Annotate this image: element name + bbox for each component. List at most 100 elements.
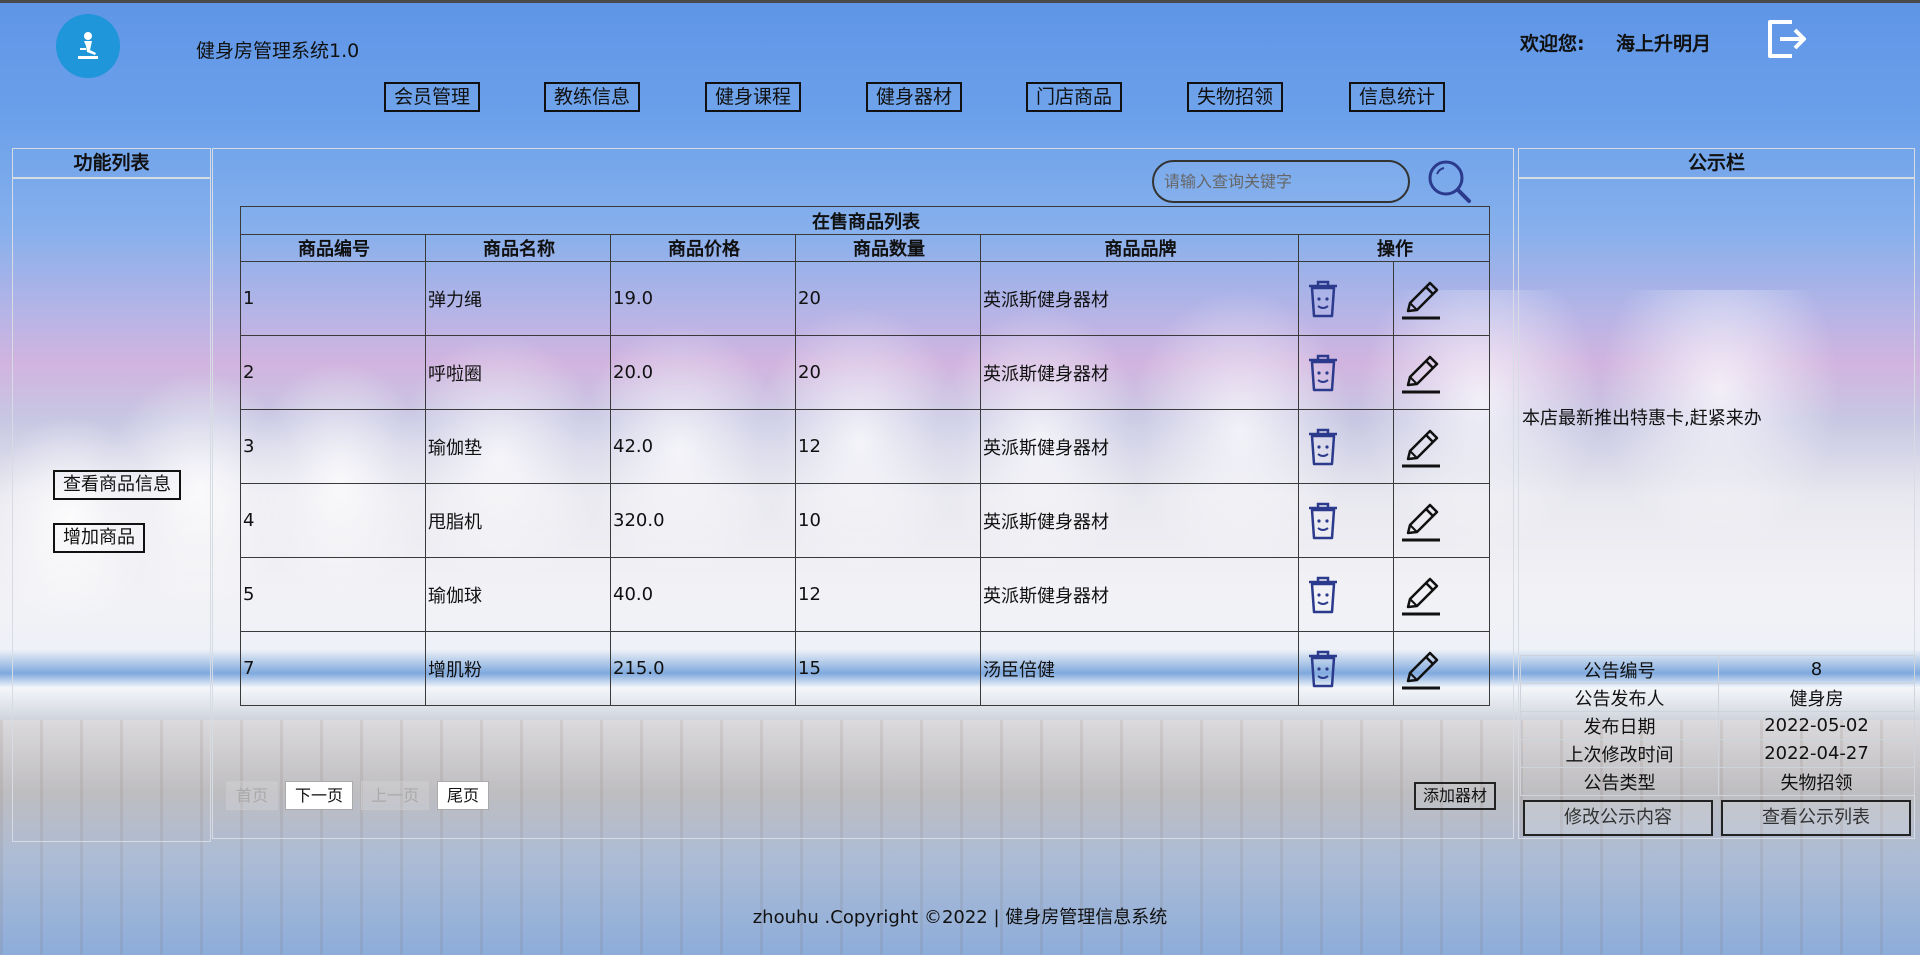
cell-price: 320.0 [610, 483, 796, 558]
search-icon[interactable] [1426, 158, 1472, 204]
cell-name: 瑜伽球 [425, 557, 611, 632]
edit-cell [1392, 631, 1491, 706]
pencil-icon[interactable] [1400, 575, 1442, 615]
table-title: 在售商品列表 [239, 206, 1491, 235]
add-equipment-button[interactable]: 添加器材 [1414, 782, 1497, 810]
username: 海上升明月 [1616, 33, 1712, 55]
welcome-label: 欢迎您: [1520, 33, 1585, 55]
table-row: 1 弹力绳 19.0 20 英派斯健身器材 [240, 261, 1491, 336]
cell-name: 增肌粉 [425, 631, 611, 706]
cell-brand: 英派斯健身器材 [980, 409, 1299, 484]
table-row: 5 瑜伽球 40.0 12 英派斯健身器材 [240, 557, 1491, 632]
delete-cell [1298, 335, 1394, 410]
cell-brand: 英派斯健身器材 [980, 557, 1299, 632]
cell-brand: 英派斯健身器材 [980, 335, 1299, 410]
top-border [0, 0, 1920, 3]
cell-brand: 英派斯健身器材 [980, 261, 1299, 336]
trash-icon[interactable] [1305, 353, 1341, 393]
delete-cell [1298, 631, 1394, 706]
cell-brand: 英派斯健身器材 [980, 483, 1299, 558]
notice-content: 本店最新推出特惠卡,赶紧来办 [1522, 408, 1762, 429]
nav-fitness-courses[interactable]: 健身课程 [705, 82, 802, 112]
nav-lost-and-found[interactable]: 失物招领 [1187, 82, 1284, 112]
cell-qty: 20 [795, 261, 981, 336]
info-label: 公告发布人 [1520, 683, 1719, 712]
trash-icon[interactable] [1305, 427, 1341, 467]
edit-cell [1392, 483, 1491, 558]
delete-cell [1298, 483, 1394, 558]
info-value: 健身房 [1718, 683, 1915, 712]
cell-id: 1 [240, 261, 426, 336]
cell-qty: 12 [795, 557, 981, 632]
cell-name: 甩脂机 [425, 483, 611, 558]
first-page-button[interactable]: 首页 [226, 781, 279, 810]
last-page-button[interactable]: 尾页 [437, 781, 490, 810]
table-row: 2 呼啦圈 20.0 20 英派斯健身器材 [240, 335, 1491, 410]
delete-cell [1298, 409, 1394, 484]
sidebar-title: 功能列表 [13, 149, 210, 179]
cell-id: 3 [240, 409, 426, 484]
cell-brand: 汤臣倍健 [980, 631, 1299, 706]
prev-page-button[interactable]: 上一页 [361, 781, 430, 810]
pencil-icon[interactable] [1400, 501, 1442, 541]
pencil-icon[interactable] [1400, 279, 1442, 319]
info-value: 8 [1718, 655, 1915, 684]
add-product-button[interactable]: 增加商品 [53, 523, 145, 553]
nav-fitness-equipment[interactable]: 健身器材 [866, 82, 963, 112]
info-value: 2022-05-02 [1718, 711, 1915, 740]
pencil-icon[interactable] [1400, 649, 1442, 689]
next-page-button[interactable]: 下一页 [285, 781, 354, 810]
view-products-button[interactable]: 查看商品信息 [53, 470, 181, 500]
gym-logo-icon [56, 14, 120, 78]
column-header: 商品名称 [425, 234, 611, 262]
pencil-icon[interactable] [1400, 353, 1442, 393]
info-value: 失物招领 [1718, 767, 1915, 796]
cell-id: 7 [240, 631, 426, 706]
edit-cell [1392, 261, 1491, 336]
info-label: 上次修改时间 [1520, 739, 1719, 768]
table-row: 7 增肌粉 215.0 15 汤臣倍健 [240, 631, 1491, 706]
cell-qty: 12 [795, 409, 981, 484]
logout-icon[interactable] [1764, 18, 1810, 60]
cell-price: 40.0 [610, 557, 796, 632]
nav-store-products[interactable]: 门店商品 [1026, 82, 1123, 112]
cell-price: 215.0 [610, 631, 796, 706]
table-row: 3 瑜伽垫 42.0 12 英派斯健身器材 [240, 409, 1491, 484]
search-input[interactable] [1152, 160, 1410, 203]
cell-qty: 10 [795, 483, 981, 558]
cell-id: 5 [240, 557, 426, 632]
edit-notice-button[interactable]: 修改公示内容 [1523, 800, 1713, 836]
pencil-icon[interactable] [1400, 427, 1442, 467]
column-header: 商品编号 [240, 234, 426, 262]
cell-id: 2 [240, 335, 426, 410]
table-row: 4 甩脂机 320.0 10 英派斯健身器材 [240, 483, 1491, 558]
info-label: 发布日期 [1520, 711, 1719, 740]
cell-price: 20.0 [610, 335, 796, 410]
nav-coach-info[interactable]: 教练信息 [544, 82, 641, 112]
trash-icon[interactable] [1305, 649, 1341, 689]
nav-info-statistics[interactable]: 信息统计 [1349, 82, 1446, 112]
info-label: 公告类型 [1520, 767, 1719, 796]
delete-cell [1298, 557, 1394, 632]
info-value: 2022-04-27 [1718, 739, 1915, 768]
trash-icon[interactable] [1305, 575, 1341, 615]
column-header: 商品品牌 [980, 234, 1299, 262]
trash-icon[interactable] [1305, 279, 1341, 319]
nav-member-management[interactable]: 会员管理 [384, 82, 481, 112]
cell-name: 呼啦圈 [425, 335, 611, 410]
products-table: 在售商品列表 商品编号 商品名称 商品价格 商品数量 商品品牌 操作 1 弹力绳 1… [239, 206, 1491, 706]
delete-cell [1298, 261, 1394, 336]
info-label: 公告编号 [1520, 655, 1719, 684]
view-notice-list-button[interactable]: 查看公示列表 [1721, 800, 1911, 836]
column-header: 操作 [1297, 234, 1491, 262]
edit-cell [1392, 557, 1491, 632]
cell-name: 弹力绳 [425, 261, 611, 336]
cell-qty: 15 [795, 631, 981, 706]
edit-cell [1392, 335, 1491, 410]
cell-name: 瑜伽垫 [425, 409, 611, 484]
cell-qty: 20 [795, 335, 981, 410]
column-header: 商品价格 [610, 234, 796, 262]
edit-cell [1392, 409, 1491, 484]
cell-id: 4 [240, 483, 426, 558]
trash-icon[interactable] [1305, 501, 1341, 541]
